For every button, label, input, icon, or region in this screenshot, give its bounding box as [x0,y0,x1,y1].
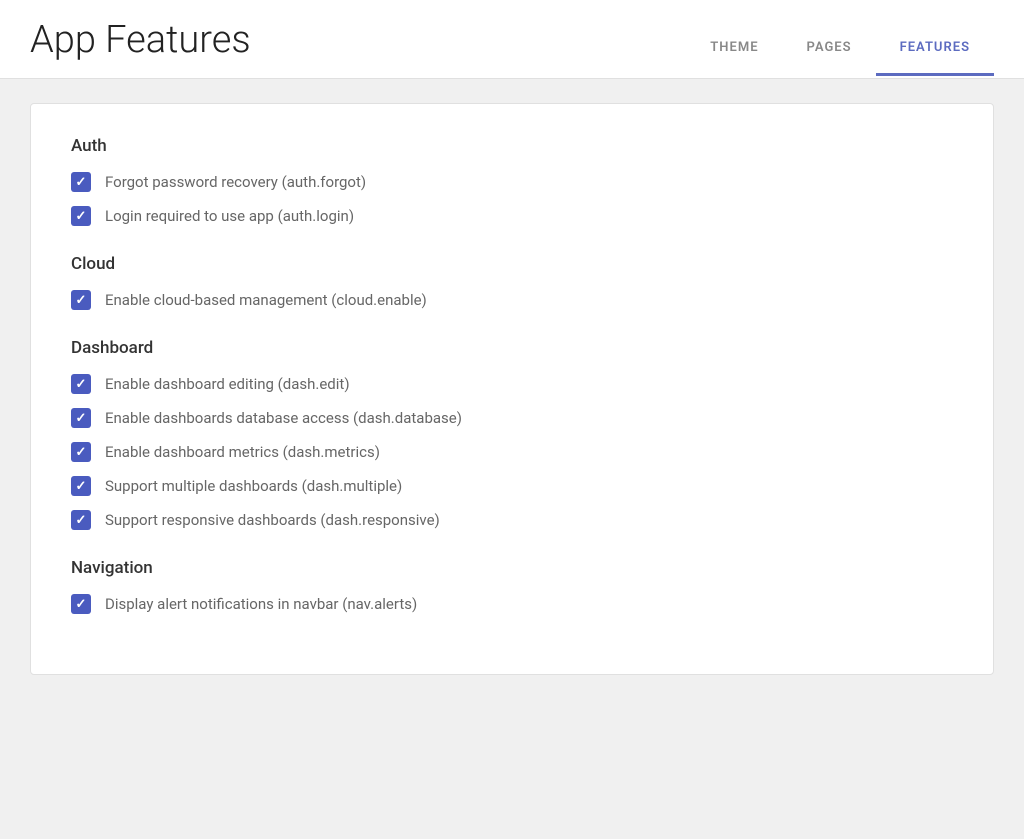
feature-item: ✓ Login required to use app (auth.login) [71,206,953,226]
checkmark-icon: ✓ [76,480,87,493]
checkmark-icon: ✓ [76,446,87,459]
feature-item: ✓ Enable cloud-based management (cloud.en… [71,290,953,310]
feature-label: Forgot password recovery (auth.forgot) [105,173,366,191]
checkmark-icon: ✓ [76,378,87,391]
feature-checkbox[interactable]: ✓ [71,374,91,394]
section-cloud: Cloud ✓ Enable cloud-based management (clo… [71,254,953,310]
feature-item: ✓ Enable dashboard editing (dash.edit) [71,374,953,394]
feature-label: Enable cloud-based management (cloud.ena… [105,291,427,309]
feature-label: Support multiple dashboards (dash.multip… [105,477,402,495]
checkmark-icon: ✓ [76,210,87,223]
nav-item-pages[interactable]: PAGES [783,22,876,76]
checkmark-icon: ✓ [76,598,87,611]
nav-item-theme[interactable]: THEME [686,22,782,76]
features-card: Auth ✓ Forgot password recovery (auth.forg… [30,103,994,675]
feature-item: ✓ Enable dashboards database access (dash… [71,408,953,428]
section-auth: Auth ✓ Forgot password recovery (auth.forg… [71,136,953,226]
checkmark-icon: ✓ [76,294,87,307]
feature-checkbox[interactable]: ✓ [71,408,91,428]
section-dashboard: Dashboard ✓ Enable dashboard editing (dash… [71,338,953,530]
nav-item-features[interactable]: FEATURES [876,22,994,76]
checkmark-icon: ✓ [76,176,87,189]
feature-item: ✓ Support responsive dashboards (dash.res… [71,510,953,530]
feature-item: ✓ Display alert notifications in navbar (… [71,594,953,614]
feature-label: Enable dashboard editing (dash.edit) [105,375,350,393]
feature-item: ✓ Forgot password recovery (auth.forgot) [71,172,953,192]
feature-label: Enable dashboard metrics (dash.metrics) [105,443,380,461]
feature-checkbox[interactable]: ✓ [71,290,91,310]
section-title: Navigation [71,558,953,578]
feature-checkbox[interactable]: ✓ [71,206,91,226]
feature-item: ✓ Support multiple dashboards (dash.multi… [71,476,953,496]
section-title: Auth [71,136,953,156]
section-title: Dashboard [71,338,953,358]
section-title: Cloud [71,254,953,274]
main-content: Auth ✓ Forgot password recovery (auth.forg… [0,79,1024,699]
feature-label: Enable dashboards database access (dash.… [105,409,462,427]
feature-label: Login required to use app (auth.login) [105,207,354,225]
checkmark-icon: ✓ [76,412,87,425]
section-navigation: Navigation ✓ Display alert notifications i… [71,558,953,614]
feature-checkbox[interactable]: ✓ [71,442,91,462]
feature-label: Support responsive dashboards (dash.resp… [105,511,440,529]
top-nav: THEMEPAGESFEATURES [686,21,994,75]
feature-label: Display alert notifications in navbar (n… [105,595,417,613]
feature-checkbox[interactable]: ✓ [71,594,91,614]
feature-checkbox[interactable]: ✓ [71,172,91,192]
page-header: App Features THEMEPAGESFEATURES [0,0,1024,79]
checkmark-icon: ✓ [76,514,87,527]
feature-item: ✓ Enable dashboard metrics (dash.metrics) [71,442,953,462]
page-title: App Features [30,18,251,78]
feature-checkbox[interactable]: ✓ [71,476,91,496]
feature-checkbox[interactable]: ✓ [71,510,91,530]
